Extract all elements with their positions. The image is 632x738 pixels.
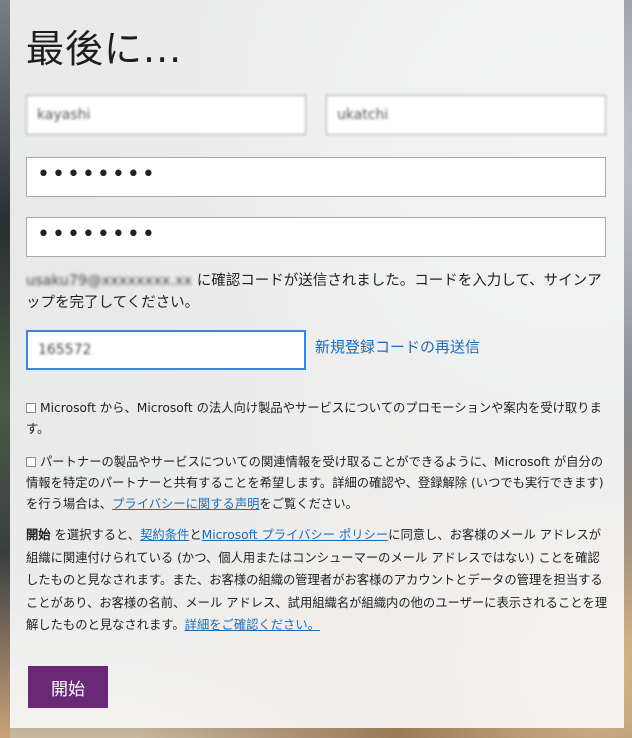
last-name-value: ukatchi xyxy=(337,107,389,123)
first-name-field[interactable]: kayashi xyxy=(26,95,306,135)
details-link[interactable]: 詳細をご確認ください。 xyxy=(185,618,320,632)
last-name-field[interactable]: ukatchi xyxy=(326,95,606,135)
page-title: 最後に... xyxy=(26,27,183,71)
microsoft-promo-checkbox[interactable] xyxy=(26,403,36,413)
legal-notice: 開始 を選択すると、契約条件とMicrosoft プライバシー ポリシーに同意し… xyxy=(26,524,612,637)
privacy-statement-link[interactable]: プライバシーに関する声明 xyxy=(112,497,259,511)
legal-text-2: と xyxy=(189,528,202,542)
verification-code-value: 165572 xyxy=(38,342,92,358)
legal-lead: 開始 xyxy=(26,528,51,542)
message-email: usaku79@xxxxxxxx.xx xyxy=(26,273,193,289)
resend-code-link[interactable]: 新規登録コードの再送信 xyxy=(315,336,480,357)
first-name-value: kayashi xyxy=(37,107,91,123)
password-value: •••••••• xyxy=(37,162,157,187)
legal-text-1: を選択すると、 xyxy=(50,528,141,542)
verification-code-input[interactable]: 165572 xyxy=(26,330,306,370)
microsoft-promo-consent: Microsoft から、Microsoft の法人向け製品やサービスについての… xyxy=(26,398,612,440)
microsoft-promo-label: Microsoft から、Microsoft の法人向け製品やサービスについての… xyxy=(26,401,602,436)
signup-panel: 最後に... kayashi ukatchi •••••••• ••••••••… xyxy=(10,0,624,728)
confirm-password-field[interactable]: •••••••• xyxy=(26,217,606,257)
privacy-policy-link[interactable]: Microsoft プライバシー ポリシー xyxy=(202,528,389,542)
code-sent-message: usaku79@xxxxxxxx.xx に確認コードが送信されました。コードを入… xyxy=(26,270,616,314)
confirm-password-value: •••••••• xyxy=(37,222,157,247)
terms-link[interactable]: 契約条件 xyxy=(140,528,189,542)
start-button[interactable]: 開始 xyxy=(28,666,108,708)
partner-share-label-end: をご覧ください。 xyxy=(259,497,358,511)
partner-share-consent: パートナーの製品やサービスについての関連情報を受け取ることができるように、Mic… xyxy=(26,452,612,515)
partner-share-checkbox[interactable] xyxy=(26,457,36,467)
legal-text-3: に同意し、お客様のメール アドレスが組織に関連付けられている (かつ、個人用また… xyxy=(26,528,608,632)
password-field[interactable]: •••••••• xyxy=(26,157,606,197)
background-strip xyxy=(0,0,10,738)
